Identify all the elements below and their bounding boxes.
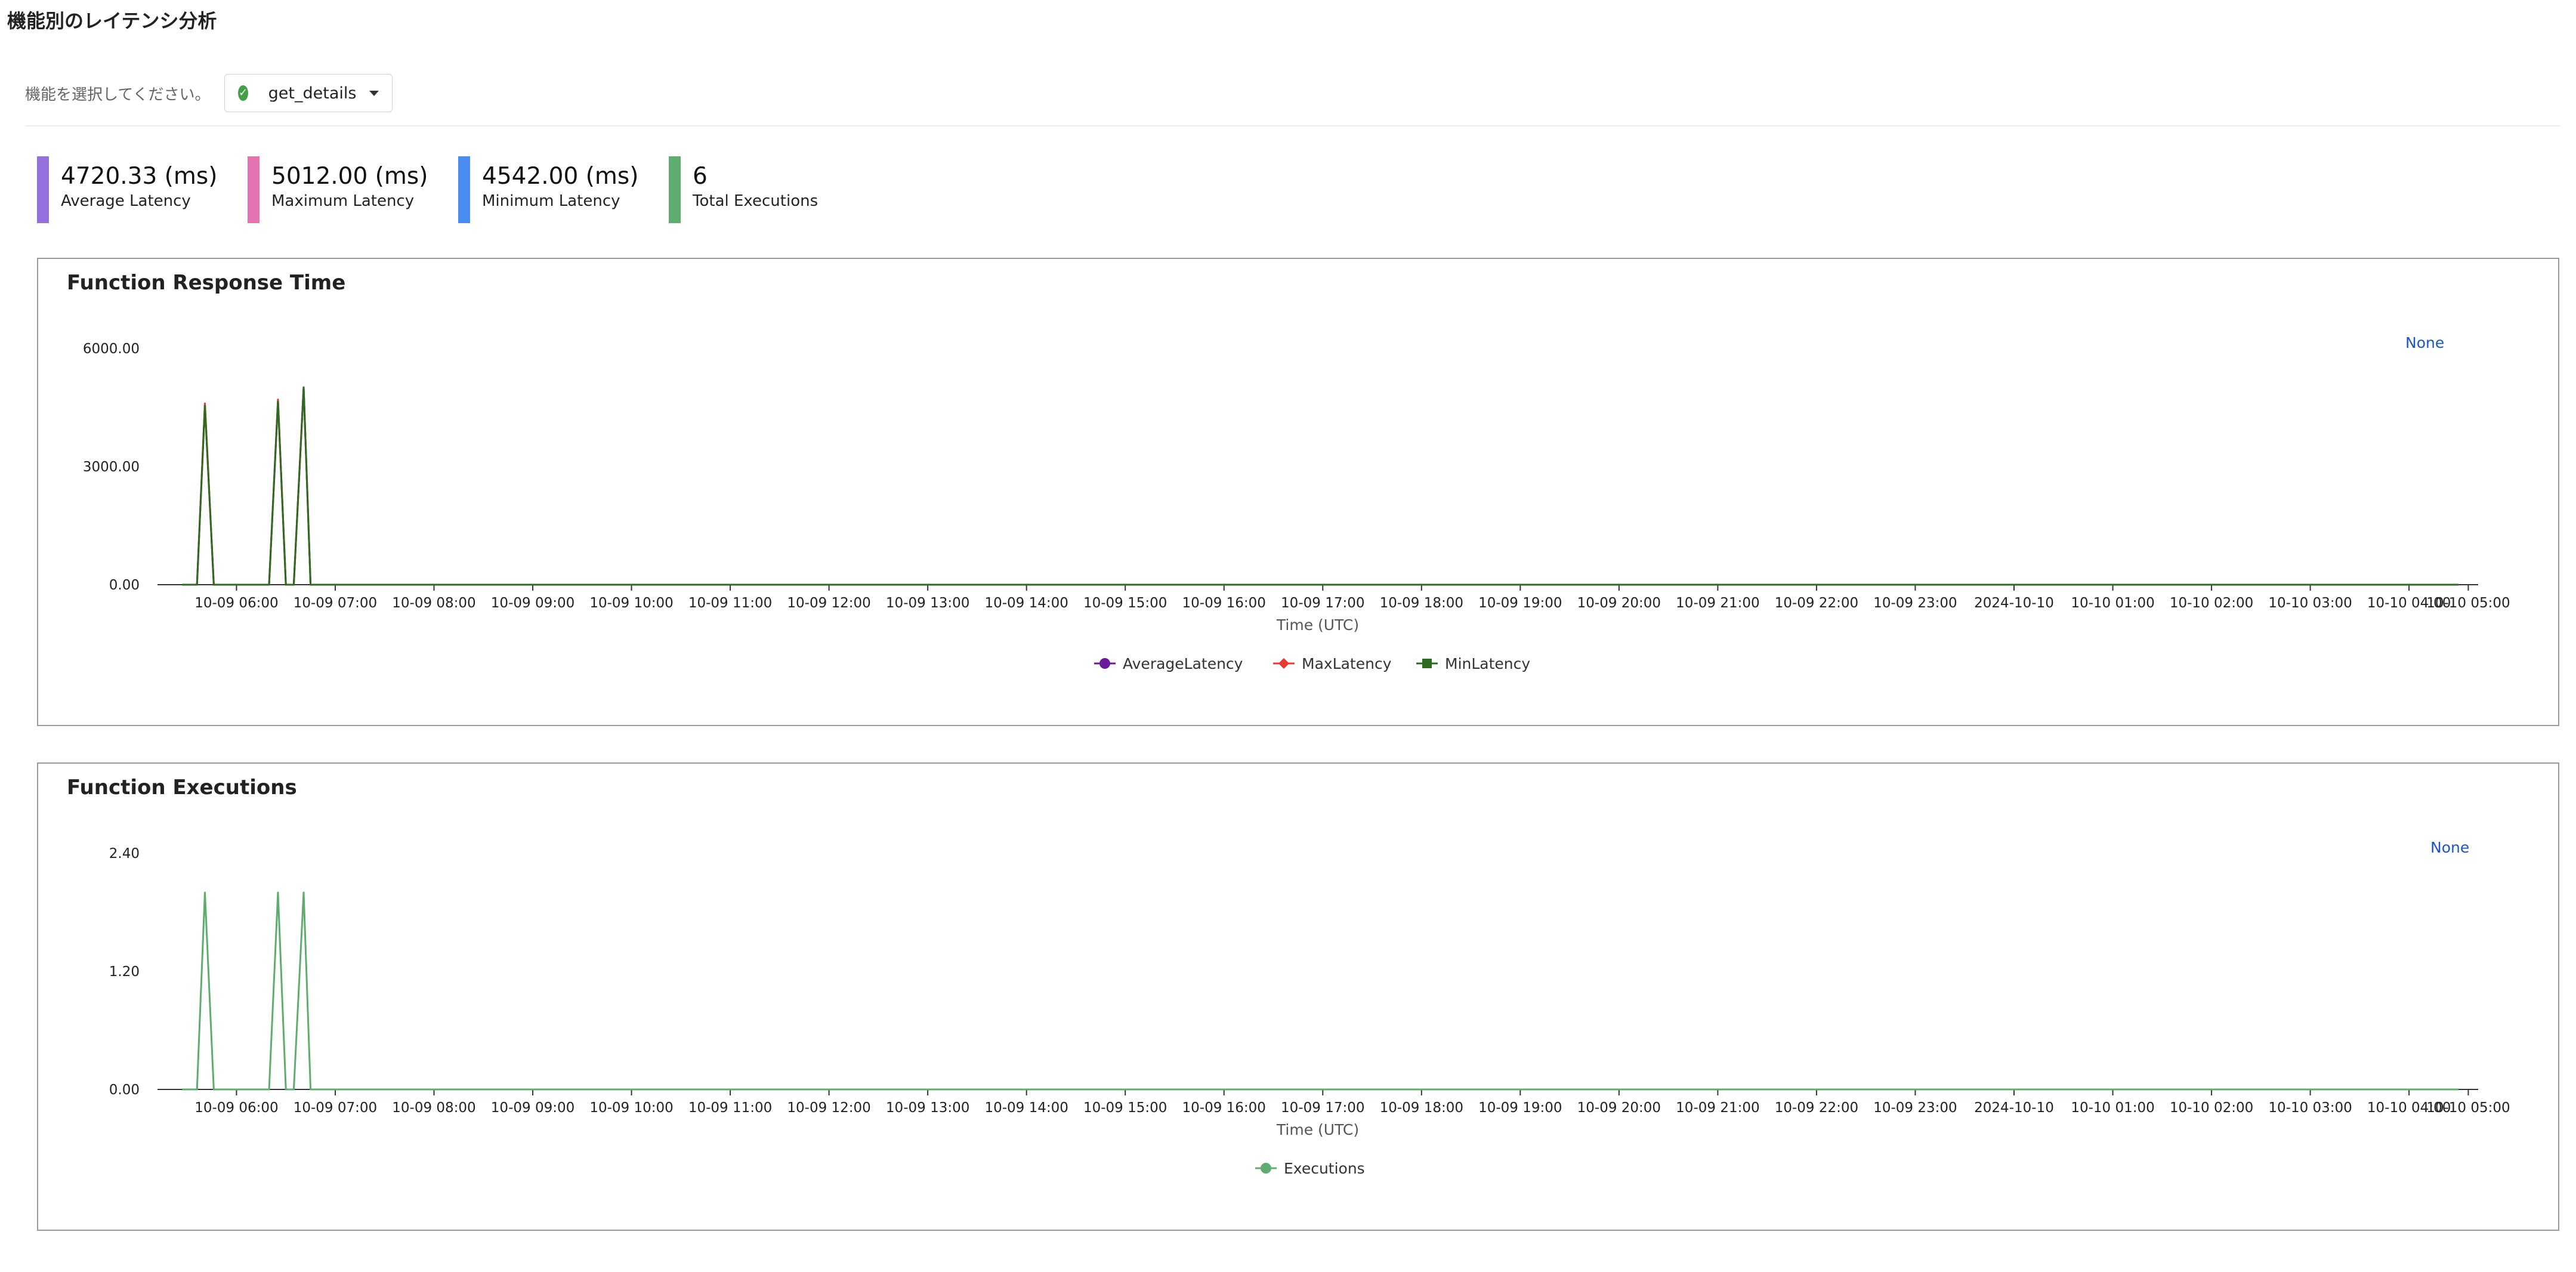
y-tick-label: 2.40 — [109, 846, 140, 862]
x-tick-label: 10-09 13:00 — [886, 1100, 969, 1116]
x-tick-label: 10-09 18:00 — [1380, 1100, 1463, 1116]
executions-panel: Function Executions None 0.00 1.20 2.40 10-… — [37, 762, 2559, 1231]
x-tick-label: 10-09 17:00 — [1281, 1100, 1364, 1116]
x-tick-label: 10-09 10:00 — [589, 1100, 673, 1116]
legend-item-maxlatency[interactable]: MaxLatency — [1273, 655, 1392, 672]
y-tick-label: 1.20 — [109, 964, 140, 980]
legend-item-averagelatency[interactable]: AverageLatency — [1094, 655, 1243, 672]
x-tick-label: 10-09 18:00 — [1380, 595, 1463, 611]
legend-marker — [1099, 658, 1110, 669]
x-tick-label: 10-09 07:00 — [294, 595, 377, 611]
x-axis-title: Time (UTC) — [1276, 1121, 1359, 1138]
x-tick-label: 10-09 19:00 — [1478, 1100, 1562, 1116]
response-time-chart: 0.00 3000.00 6000.00 10-09 06:00 10-09 07:00… — [83, 341, 2510, 672]
stat-label: Average Latency — [61, 192, 191, 210]
x-tick-label: 10-09 09:00 — [491, 595, 574, 611]
x-tick-label: 10-10 05:00 — [2426, 1100, 2510, 1116]
x-tick-label: 10-09 20:00 — [1577, 595, 1661, 611]
x-tick-label: 10-09 15:00 — [1083, 595, 1167, 611]
legend-marker — [1422, 659, 1432, 668]
x-tick-label: 10-09 16:00 — [1182, 595, 1266, 611]
series-line-minlatency — [182, 386, 2458, 586]
function-selector-row: 機能を選択してください。 ✓ get_details — [25, 74, 393, 112]
stat-color-bar — [669, 156, 681, 223]
section-divider — [25, 125, 2560, 126]
x-tick-label: 10-09 14:00 — [984, 1100, 1068, 1116]
stat-color-bar — [458, 156, 470, 223]
caret-down-icon — [369, 90, 379, 96]
legend-marker — [1278, 658, 1289, 669]
stat-label: Minimum Latency — [482, 192, 620, 210]
x-tick-label: 10-09 15:00 — [1083, 1100, 1167, 1116]
y-tick-label: 0.00 — [109, 1082, 140, 1098]
x-axis-title: Time (UTC) — [1276, 616, 1359, 634]
check-circle-icon: ✓ — [238, 85, 248, 101]
x-tick-label: 10-09 11:00 — [688, 595, 772, 611]
x-tick-label: 10-09 08:00 — [392, 595, 475, 611]
stat-color-bar — [37, 156, 49, 223]
x-tick-label: 10-09 20:00 — [1577, 1100, 1661, 1116]
function-select-dropdown[interactable]: ✓ get_details — [224, 74, 393, 112]
stat-average-latency: 4720.33 (ms) Average Latency — [37, 156, 248, 223]
x-tick-label: 10-10 03:00 — [2268, 595, 2352, 611]
stat-value: 4542.00 (ms) — [482, 163, 639, 190]
legend-label: Executions — [1284, 1160, 1365, 1177]
stat-color-bar — [248, 156, 260, 223]
y-tick-label: 3000.00 — [83, 459, 140, 475]
executions-chart: 0.00 1.20 2.40 10-09 06:00 10-09 07:00 10-09 … — [109, 846, 2510, 1177]
function-selector-label: 機能を選択してください。 — [25, 85, 211, 104]
x-tick-label: 2024-10-10 — [1974, 1100, 2054, 1116]
series-line-maxlatency — [182, 386, 2458, 586]
x-tick-label: 10-09 17:00 — [1281, 595, 1364, 611]
x-tick-label: 10-09 12:00 — [787, 1100, 870, 1116]
x-tick-label: 10-09 23:00 — [1873, 595, 1957, 611]
x-tick-label: 10-10 02:00 — [2170, 595, 2253, 611]
legend-label: MaxLatency — [1302, 655, 1392, 672]
stat-minimum-latency: 4542.00 (ms) Minimum Latency — [458, 156, 669, 223]
x-tick-label: 10-09 13:00 — [886, 595, 969, 611]
x-tick-label: 10-10 05:00 — [2426, 595, 2510, 611]
legend-marker — [1261, 1163, 1271, 1174]
x-tick-label: 10-09 07:00 — [294, 1100, 377, 1116]
stat-label: Total Executions — [693, 192, 818, 210]
x-tick-label: 10-10 01:00 — [2071, 1100, 2154, 1116]
x-tick-label: 10-09 22:00 — [1775, 1100, 1858, 1116]
x-tick-label: 10-09 12:00 — [787, 595, 870, 611]
stat-label: Maximum Latency — [271, 192, 415, 210]
legend-item-minlatency[interactable]: MinLatency — [1416, 655, 1530, 672]
x-tick-label: 10-09 10:00 — [589, 595, 673, 611]
page-title: 機能別のレイテンシ分析 — [7, 10, 217, 32]
legend-label: MinLatency — [1445, 655, 1530, 672]
x-tick-label: 10-09 06:00 — [194, 595, 278, 611]
latency-stats: 4720.33 (ms) Average Latency 5012.00 (ms… — [37, 156, 879, 223]
x-tick-label: 10-09 09:00 — [491, 1100, 574, 1116]
series-line-averagelatency — [182, 386, 2458, 586]
x-tick-label: 10-10 03:00 — [2268, 1100, 2352, 1116]
x-tick-label: 2024-10-10 — [1974, 595, 2054, 611]
x-tick-label: 10-09 14:00 — [984, 595, 1068, 611]
series-line-executions — [182, 891, 2458, 1091]
stat-value: 6 — [693, 163, 708, 190]
stat-total-executions: 6 Total Executions — [669, 156, 879, 223]
x-tick-label: 10-09 08:00 — [392, 1100, 475, 1116]
response-time-panel: Function Response Time None 0.00 3000.00 6… — [37, 258, 2559, 726]
x-tick-label: 10-09 22:00 — [1775, 595, 1858, 611]
x-tick-label: 10-10 01:00 — [2071, 595, 2154, 611]
legend-item-executions[interactable]: Executions — [1255, 1160, 1365, 1177]
x-tick-label: 10-09 19:00 — [1478, 595, 1562, 611]
legend-label: AverageLatency — [1123, 655, 1243, 672]
y-tick-label: 0.00 — [109, 578, 140, 593]
x-tick-label: 10-09 21:00 — [1676, 1100, 1759, 1116]
y-tick-label: 6000.00 — [83, 341, 140, 357]
x-tick-label: 10-09 11:00 — [688, 1100, 772, 1116]
x-tick-label: 10-09 21:00 — [1676, 595, 1759, 611]
selected-function-value: get_details — [268, 84, 357, 103]
x-tick-label: 10-09 23:00 — [1873, 1100, 1957, 1116]
stat-maximum-latency: 5012.00 (ms) Maximum Latency — [248, 156, 458, 223]
stat-value: 4720.33 (ms) — [61, 163, 218, 190]
stat-value: 5012.00 (ms) — [271, 163, 428, 190]
x-tick-label: 10-10 02:00 — [2170, 1100, 2253, 1116]
x-tick-label: 10-09 16:00 — [1182, 1100, 1266, 1116]
x-tick-label: 10-09 06:00 — [194, 1100, 278, 1116]
